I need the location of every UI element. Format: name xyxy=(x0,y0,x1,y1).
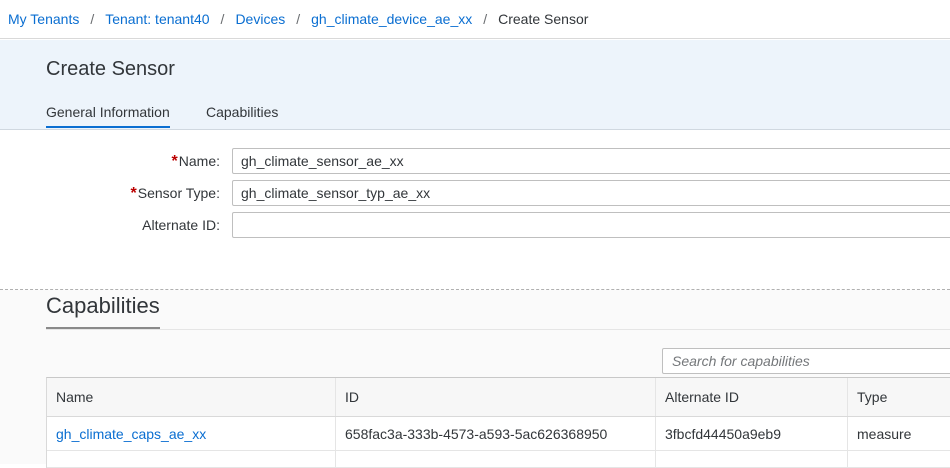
capability-link[interactable]: gh_climate_caps_ae_xx xyxy=(56,426,206,442)
breadcrumb-devices[interactable]: Devices xyxy=(235,11,285,27)
alternate-id-label-text: Alternate ID: xyxy=(142,217,220,233)
capabilities-title: Capabilities xyxy=(46,293,160,318)
breadcrumb-tenant[interactable]: Tenant: tenant40 xyxy=(105,11,209,27)
column-header-name[interactable]: Name xyxy=(47,378,336,416)
form-row-alternate-id: Alternate ID: xyxy=(0,212,950,238)
sensor-type-label: *Sensor Type: xyxy=(131,185,220,203)
column-header-alternate-id[interactable]: Alternate ID xyxy=(656,378,848,416)
column-header-type[interactable]: Type xyxy=(848,378,950,416)
name-label: *Name: xyxy=(172,153,220,171)
cell-id: 658fac3a-333b-4573-a593-5ac626368950 xyxy=(336,417,656,450)
column-header-id[interactable]: ID xyxy=(336,378,656,416)
sensor-type-field[interactable] xyxy=(232,180,950,206)
required-mark: * xyxy=(130,185,137,202)
cell-alternate-id: 3fbcfd44450a9eb9 xyxy=(656,417,848,450)
alternate-id-field[interactable] xyxy=(232,212,950,238)
capabilities-table: Name ID Alternate ID Type gh_climate_cap… xyxy=(46,377,950,468)
breadcrumb-separator: / xyxy=(296,11,301,27)
breadcrumb-separator: / xyxy=(90,11,95,27)
breadcrumb-my-tenants[interactable]: My Tenants xyxy=(8,11,79,27)
form-row-name: *Name: xyxy=(0,148,950,174)
capabilities-title-rule xyxy=(46,329,950,330)
capabilities-section: Capabilities Name ID Alternate ID Type g… xyxy=(0,290,950,468)
tab-general-information[interactable]: General Information xyxy=(46,104,170,128)
cell-empty xyxy=(848,451,950,467)
breadcrumb-device[interactable]: gh_climate_device_ae_xx xyxy=(311,11,472,27)
cell-empty xyxy=(656,451,848,467)
tab-capabilities[interactable]: Capabilities xyxy=(206,104,278,126)
page-title: Create Sensor xyxy=(46,58,175,80)
breadcrumb-separator: / xyxy=(483,11,488,27)
table-header-row: Name ID Alternate ID Type xyxy=(47,378,950,417)
search-capabilities-input[interactable] xyxy=(662,348,950,374)
cell-empty xyxy=(336,451,656,467)
name-field[interactable] xyxy=(232,148,950,174)
required-mark: * xyxy=(171,153,178,170)
cell-name: gh_climate_caps_ae_xx xyxy=(47,417,336,450)
cell-empty xyxy=(47,451,336,467)
cell-type: measure xyxy=(857,425,912,442)
sensor-type-label-text: Sensor Type: xyxy=(137,185,220,201)
table-row[interactable]: gh_climate_caps_ae_xx 658fac3a-333b-4573… xyxy=(47,417,950,451)
table-row-empty xyxy=(47,451,950,468)
breadcrumb: My Tenants / Tenant: tenant40 / Devices … xyxy=(0,0,950,39)
breadcrumb-separator: / xyxy=(220,11,225,27)
form-row-sensor-type: *Sensor Type: xyxy=(0,180,950,206)
name-label-text: Name: xyxy=(178,153,220,169)
alternate-id-label: Alternate ID: xyxy=(142,217,220,233)
capabilities-title-underline xyxy=(46,327,160,329)
breadcrumb-current: Create Sensor xyxy=(498,11,589,27)
page-header: Create Sensor General Information Capabi… xyxy=(0,40,950,130)
